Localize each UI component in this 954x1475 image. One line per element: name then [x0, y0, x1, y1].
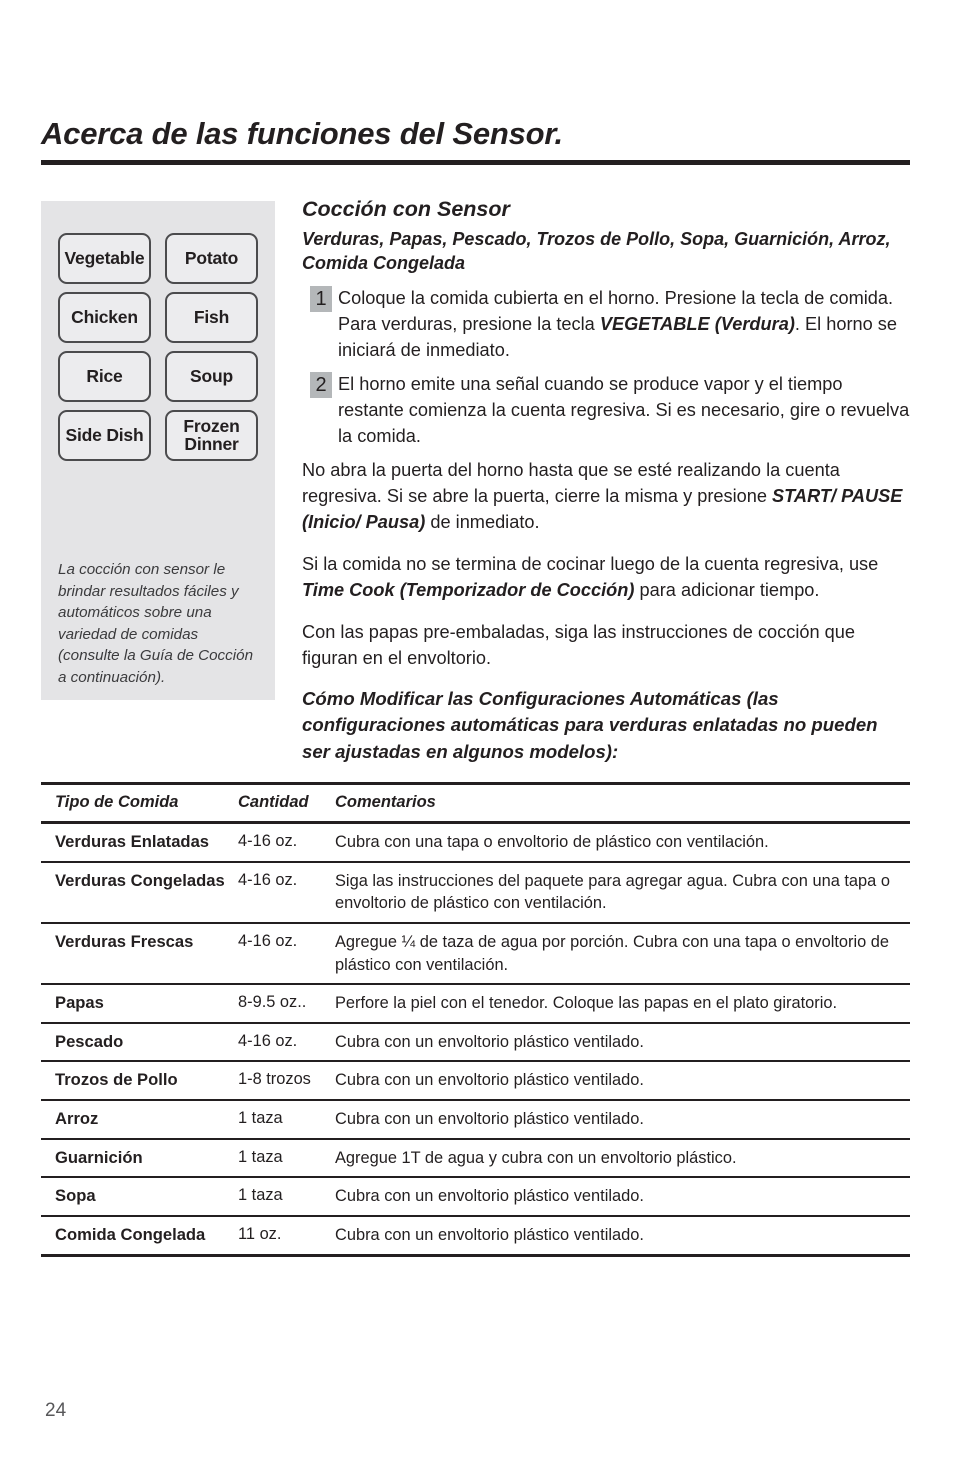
manual-page: Acerca de las funciones del Sensor. Vege…: [0, 0, 954, 1475]
step-text-before: El horno emite una señal cuando se produ…: [338, 373, 910, 446]
cell-food-type: Papas: [55, 993, 104, 1013]
cell-comments: Agregue ¼ de taza de agua por porción. C…: [335, 932, 890, 974]
cell-food-type: Trozos de Pollo: [55, 1070, 178, 1090]
paragraph-text-before: No abra la puerta del horno hasta que se…: [302, 459, 840, 506]
cell-quantity: 1 taza: [238, 1109, 283, 1128]
cell-food-type: Verduras Enlatadas: [55, 832, 210, 851]
keypad-key-rice[interactable]: Rice: [58, 351, 151, 402]
keypad-key-label: Potato: [184, 247, 239, 268]
cell-quantity: 11 oz.: [238, 1225, 282, 1244]
body-paragraph: Con las papas pre-embaladas, siga las in…: [302, 619, 910, 671]
cell-quantity: 4-16 oz.: [238, 1031, 298, 1050]
table-header-row: Tipo de Comida Cantidad Comentarios: [41, 783, 910, 823]
table-row: Verduras Frescas 4-16 oz. Agregue ¼ de t…: [41, 923, 910, 985]
cell-quantity: 4-16 oz.: [238, 870, 298, 889]
cell-food-type: Verduras Congeladas: [55, 870, 225, 890]
cell-food-type: Pescado: [55, 1031, 124, 1051]
body-paragraph: Si la comida no se termina de cocinar lu…: [302, 551, 910, 603]
main-content: Cocción con Sensor Verduras, Papas, Pesc…: [302, 197, 910, 765]
cell-comments: Cubra con un envoltorio plástico ventila…: [335, 1226, 644, 1245]
page-number: 24: [45, 1400, 67, 1421]
table-row: Verduras Enlatadas 4-16 oz. Cubra con un…: [41, 823, 910, 862]
page-header: Acerca de las funciones del Sensor.: [41, 116, 910, 165]
paragraph-text-after: de inmediato.: [425, 511, 540, 532]
step-item: 2 El horno emite una señal cuando se pro…: [302, 371, 910, 449]
step-list: 1 Coloque la comida cubierta en el horno…: [302, 285, 910, 449]
cell-quantity: 8-9.5 oz..: [238, 993, 307, 1012]
keypad-key-fish[interactable]: Fish: [165, 292, 258, 343]
keypad-key-potato[interactable]: Potato: [165, 233, 258, 284]
keypad-key-frozen-dinner[interactable]: Frozen Dinner: [165, 410, 258, 461]
cell-food-type: Comida Congelada: [55, 1225, 206, 1245]
column-header-quantity: Cantidad: [238, 793, 309, 811]
modify-settings-heading: Cómo Modificar las Configuraciones Autom…: [302, 687, 878, 762]
cell-food-type: Guarnición: [55, 1147, 143, 1167]
keypad-key-label: Chicken: [71, 306, 138, 327]
keypad-key-label: Frozen Dinner: [183, 416, 240, 454]
table-row: Trozos de Pollo 1-8 trozos Cubra con un …: [41, 1061, 910, 1101]
column-header-food-type: Tipo de Comida: [55, 793, 179, 811]
cell-food-type: Arroz: [55, 1109, 99, 1129]
cell-quantity: 4-16 oz.: [238, 931, 298, 950]
keypad-grid: Vegetable Potato Chicken Fish Rice Soup …: [58, 233, 258, 461]
section-subheading: Verduras, Papas, Pescado, Trozos de Poll…: [302, 228, 891, 273]
cooking-guide-table: Tipo de Comida Cantidad Comentarios Verd…: [41, 782, 910, 1257]
title-divider: [41, 159, 910, 165]
cell-comments: Cubra con un envoltorio plástico ventila…: [335, 1110, 644, 1129]
column-header-comments: Comentarios: [335, 793, 436, 811]
cell-comments: Siga las instrucciones del paquete para …: [335, 871, 890, 913]
keypad-key-label: Vegetable: [64, 247, 145, 268]
keypad-key-chicken[interactable]: Chicken: [58, 292, 151, 343]
table-row: Sopa 1 taza Cubra con un envoltorio plás…: [41, 1177, 910, 1217]
cell-comments: Cubra con un envoltorio plástico ventila…: [335, 1032, 644, 1051]
cell-comments: Cubra con una tapa o envoltorio de plást…: [335, 833, 769, 851]
cell-quantity: 1-8 trozos: [238, 1070, 311, 1089]
table-row: Guarnición 1 taza Agregue 1T de agua y c…: [41, 1139, 910, 1178]
body-paragraph: No abra la puerta del horno hasta que se…: [302, 457, 910, 535]
paragraph-text-after: para adicionar tiempo.: [634, 579, 820, 600]
step-item: 1 Coloque la comida cubierta en el horno…: [302, 285, 910, 363]
keypad-key-label: Fish: [193, 306, 230, 327]
sensor-keypad-panel: Vegetable Potato Chicken Fish Rice Soup …: [41, 201, 275, 700]
paragraph-emphasis: Time Cook (Temporizador de Cocción): [302, 579, 635, 600]
cell-comments: Agregue 1T de agua y cubra con un envolt…: [335, 1148, 737, 1167]
keypad-key-label: Side Dish: [65, 424, 144, 445]
section-heading: Cocción con Sensor: [302, 197, 510, 221]
step-emphasis: VEGETABLE (Verdura): [599, 313, 795, 334]
page-title: Acerca de las funciones del Sensor.: [41, 116, 563, 151]
table-row: Verduras Congeladas 4-16 oz. Siga las in…: [41, 862, 910, 923]
paragraph-text-before: Si la comida no se termina de cocinar lu…: [302, 553, 879, 574]
keypad-caption: La cocción con sensor le brindar resulta…: [58, 561, 254, 686]
keypad-key-label: Rice: [86, 365, 123, 386]
cell-comments: Perfore la piel con el tenedor. Coloque …: [335, 994, 838, 1013]
table-row: Comida Congelada 11 oz. Cubra con un env…: [41, 1216, 910, 1256]
cell-quantity: 1 taza: [238, 1147, 283, 1166]
keypad-key-label: Soup: [190, 365, 233, 386]
table-head: Tipo de Comida Cantidad Comentarios: [41, 783, 910, 823]
cell-food-type: Sopa: [55, 1186, 96, 1206]
cell-comments: Cubra con un envoltorio plástico ventila…: [335, 1187, 644, 1206]
step-number-badge: 2: [310, 371, 332, 398]
table-row: Papas 8-9.5 oz.. Perfore la piel con el …: [41, 984, 910, 1023]
cell-quantity: 1 taza: [238, 1186, 283, 1205]
table-row: Pescado 4-16 oz. Cubra con un envoltorio…: [41, 1023, 910, 1062]
cell-food-type: Verduras Frescas: [55, 931, 194, 951]
keypad-key-vegetable[interactable]: Vegetable: [58, 233, 151, 284]
table-row: Arroz 1 taza Cubra con un envoltorio plá…: [41, 1100, 910, 1139]
table-body: Verduras Enlatadas 4-16 oz. Cubra con un…: [41, 823, 910, 1256]
keypad-key-soup[interactable]: Soup: [165, 351, 258, 402]
step-number-badge: 1: [310, 285, 332, 312]
paragraph-text-before: Con las papas pre-embaladas, siga las in…: [302, 621, 856, 668]
cell-comments: Cubra con un envoltorio plástico ventila…: [335, 1071, 644, 1090]
cell-quantity: 4-16 oz.: [238, 832, 298, 850]
keypad-key-side-dish[interactable]: Side Dish: [58, 410, 151, 461]
